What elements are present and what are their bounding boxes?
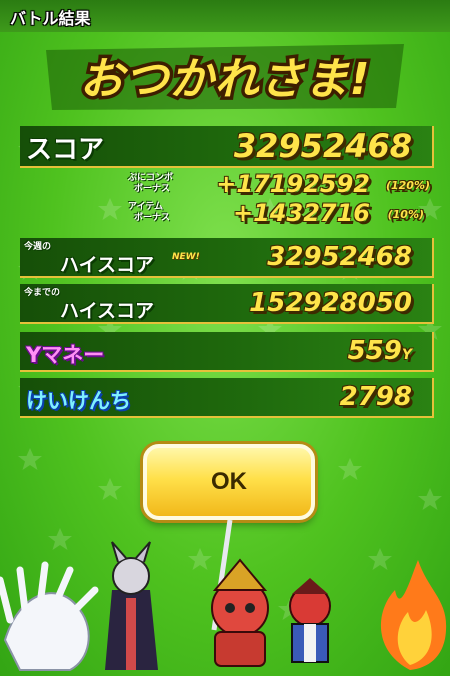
experience-value: 2798 bbox=[339, 382, 412, 412]
main-title-banner: おつかれさま! bbox=[46, 44, 404, 110]
all-time-high-score-row: 今までの ハイスコア 152928050 bbox=[20, 284, 434, 324]
item-bonus-label-line1: アイテム bbox=[128, 202, 164, 212]
new-record-badge: NEW! bbox=[172, 252, 200, 262]
red-oni-warrior-icon bbox=[289, 578, 331, 663]
ok-button[interactable]: OK bbox=[143, 444, 315, 520]
item-bonus-label-line2: ボーナス bbox=[134, 213, 171, 223]
screen-title: バトル結果 bbox=[10, 9, 91, 28]
combo-bonus-row: ぷにコンボ ボーナス +17192592 (120%) bbox=[120, 170, 432, 198]
money-row: Yマネー 559Y bbox=[20, 332, 434, 372]
money-value-wrap: 559Y bbox=[348, 336, 412, 366]
combo-bonus-percent: (120%) bbox=[385, 179, 430, 192]
flame-spirit-icon bbox=[380, 560, 447, 670]
combo-bonus-value: +17192592 bbox=[216, 170, 370, 198]
white-fox-character-icon bbox=[0, 561, 99, 671]
ok-button-label: OK bbox=[211, 468, 247, 495]
all-time-high-score-label: ハイスコア bbox=[60, 300, 155, 322]
main-title-text: おつかれさま! bbox=[79, 54, 370, 105]
item-bonus-value: +1432716 bbox=[232, 199, 370, 227]
score-row: スコア 32952468 bbox=[20, 126, 434, 168]
combo-bonus-label-line2: ボーナス bbox=[134, 184, 171, 194]
dark-robed-oni-icon bbox=[105, 541, 158, 670]
item-bonus-row: アイテム ボーナス +1432716 (10%) bbox=[120, 199, 432, 227]
all-time-high-score-prefix: 今までの bbox=[24, 288, 61, 298]
combo-bonus-label-line1: ぷにコンボ bbox=[128, 173, 174, 183]
top-header-bar: バトル結果 bbox=[0, 0, 450, 32]
weekly-high-score-value: 32952468 bbox=[267, 242, 412, 272]
all-time-high-score-value: 152928050 bbox=[249, 288, 412, 318]
experience-label: けいけんち bbox=[26, 389, 131, 413]
item-bonus-percent: (10%) bbox=[387, 208, 424, 221]
score-value: 32952468 bbox=[233, 127, 412, 165]
weekly-high-score-row: 今週の ハイスコア NEW! 32952468 bbox=[20, 238, 434, 278]
score-label: スコア bbox=[26, 135, 105, 165]
weekly-high-score-label: ハイスコア bbox=[60, 254, 155, 276]
money-value: 559 bbox=[347, 336, 402, 366]
weekly-high-score-prefix: 今週の bbox=[24, 242, 52, 252]
money-unit: Y bbox=[401, 347, 412, 363]
samurai-cat-hero-icon bbox=[211, 520, 269, 667]
experience-row: けいけんち 2798 bbox=[20, 378, 434, 418]
character-lineup bbox=[0, 520, 447, 671]
money-label: Yマネー bbox=[26, 343, 105, 367]
